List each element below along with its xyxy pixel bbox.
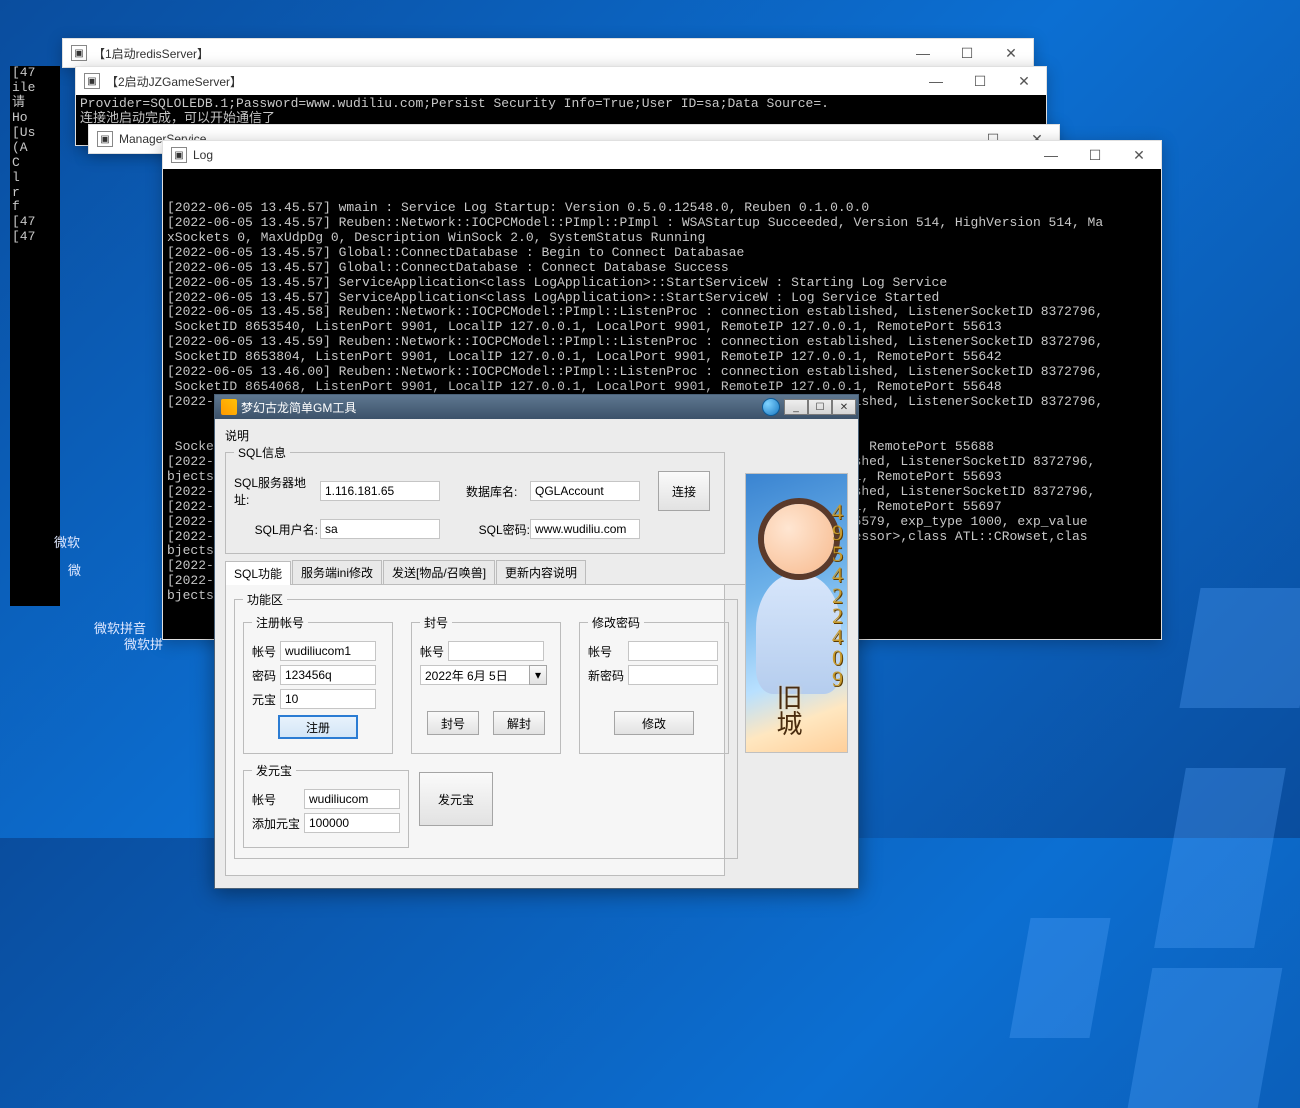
ime-label: 微软拼	[118, 632, 169, 655]
date-picker-button[interactable]: ▾	[529, 665, 547, 685]
close-button[interactable]: ✕	[832, 399, 856, 415]
label-db: 数据库名:	[466, 483, 530, 500]
label-user: SQL用户名:	[234, 521, 320, 538]
legend-func: 功能区	[243, 591, 287, 608]
app-icon: ▣	[84, 73, 100, 89]
titlebar-gameserver: ▣ 【2启动JZGameServer】 — ☐ ✕	[76, 67, 1046, 95]
group-change-pwd: 修改密码 帐号 新密码 修改	[579, 614, 729, 754]
app-icon: ▣	[97, 131, 113, 147]
app-icon: ▣	[71, 45, 87, 61]
group-func: 功能区 注册帐号 帐号 密码 元宝 注册	[234, 591, 738, 859]
minimize-button[interactable]: _	[784, 399, 808, 415]
close-button[interactable]: ✕	[989, 39, 1033, 67]
legend-ban: 封号	[420, 614, 452, 631]
legend-sendgold: 发元宝	[252, 762, 296, 779]
minimize-button[interactable]: —	[1029, 141, 1073, 169]
input-db-name[interactable]	[530, 481, 640, 501]
titlebar-gm: 梦幻古龙简单GM工具 _ ☐ ✕	[215, 395, 858, 419]
window-title: Log	[193, 148, 1029, 162]
tab-pane-sql: 功能区 注册帐号 帐号 密码 元宝 注册	[225, 585, 725, 876]
terminal-left-edge: [47 ile 请 Ho [Us (A C l r f [47 [47	[10, 66, 60, 606]
window-title: 梦幻古龙简单GM工具	[241, 399, 356, 416]
maximize-button[interactable]: ☐	[1073, 141, 1117, 169]
input-sendgold-acc[interactable]	[304, 789, 400, 809]
close-button[interactable]: ✕	[1117, 141, 1161, 169]
ban-button[interactable]: 封号	[427, 711, 479, 735]
titlebar-log: ▣ Log — ☐ ✕	[163, 141, 1161, 169]
legend-sql: SQL信息	[234, 444, 290, 461]
titlebar-redis: ▣ 【1启动redisServer】 — ☐ ✕	[63, 39, 1033, 67]
window-redis: ▣ 【1启动redisServer】 — ☐ ✕	[62, 38, 1034, 68]
window-gm-tool: 梦幻古龙简单GM工具 _ ☐ ✕ 说明 SQL信息 SQL服务器地址: 数据库名…	[214, 394, 859, 889]
input-sendgold-amount[interactable]	[304, 813, 400, 833]
label-acc: 帐号	[252, 643, 280, 660]
input-ban-acc[interactable]	[448, 641, 544, 661]
input-reg-gold[interactable]	[280, 689, 376, 709]
register-button[interactable]: 注册	[278, 715, 358, 739]
maximize-button[interactable]: ☐	[945, 39, 989, 67]
maximize-button[interactable]: ☐	[808, 399, 832, 415]
label-addgold: 添加元宝	[252, 815, 304, 832]
maximize-button[interactable]: ☐	[958, 67, 1002, 95]
side-watermark: 旧城	[774, 684, 800, 736]
legend-chpwd: 修改密码	[588, 614, 644, 631]
label-acc: 帐号	[420, 643, 448, 660]
group-sql-info: SQL信息 SQL服务器地址: 数据库名: 连接 SQL用户名: SQL密码:	[225, 444, 725, 554]
minimize-button[interactable]: —	[901, 39, 945, 67]
tab-update[interactable]: 更新内容说明	[496, 560, 586, 584]
app-icon	[221, 399, 237, 415]
help-orb-icon[interactable]	[762, 398, 780, 416]
input-server-addr[interactable]	[320, 481, 440, 501]
group-register: 注册帐号 帐号 密码 元宝 注册	[243, 614, 393, 754]
label-pwd: SQL密码:	[466, 521, 530, 538]
tab-ini[interactable]: 服务端ini修改	[292, 560, 382, 584]
input-chpwd-new[interactable]	[628, 665, 718, 685]
unban-button[interactable]: 解封	[493, 711, 545, 735]
input-ban-date[interactable]	[420, 665, 530, 685]
minimize-button[interactable]: —	[914, 67, 958, 95]
ime-label: 微	[62, 558, 87, 581]
input-pwd[interactable]	[530, 519, 640, 539]
input-reg-acc[interactable]	[280, 641, 376, 661]
window-title: 【2启动JZGameServer】	[106, 73, 914, 90]
close-button[interactable]: ✕	[1002, 67, 1046, 95]
tab-send[interactable]: 发送[物品/召唤兽]	[383, 560, 495, 584]
tab-sql[interactable]: SQL功能	[225, 561, 291, 585]
connect-button[interactable]: 连接	[658, 471, 710, 511]
group-send-gold: 发元宝 帐号 添加元宝	[243, 762, 409, 848]
section-header: 说明	[225, 427, 848, 444]
change-pwd-button[interactable]: 修改	[614, 711, 694, 735]
input-user[interactable]	[320, 519, 440, 539]
ime-label: 微软	[48, 530, 86, 553]
legend-register: 注册帐号	[252, 614, 308, 631]
label-pwd: 密码	[252, 667, 280, 684]
input-reg-pwd[interactable]	[280, 665, 376, 685]
label-server-addr: SQL服务器地址:	[234, 474, 320, 508]
label-acc: 帐号	[588, 643, 628, 660]
label-acc: 帐号	[252, 791, 304, 808]
group-ban: 封号 帐号 ▾ 封号 解封	[411, 614, 561, 754]
label-newpwd: 新密码	[588, 667, 628, 684]
window-title: 【1启动redisServer】	[93, 45, 901, 62]
app-icon: ▣	[171, 147, 187, 163]
log-lines: [2022-06-05 13.45.57] wmain : Service Lo…	[167, 201, 1157, 410]
side-digits: 4 9 5 4 2 2 4 0 9	[832, 502, 843, 690]
input-chpwd-acc[interactable]	[628, 641, 718, 661]
label-gold: 元宝	[252, 691, 280, 708]
side-illustration: 4 9 5 4 2 2 4 0 9 旧城	[745, 473, 848, 753]
send-gold-button[interactable]: 发元宝	[419, 772, 493, 826]
